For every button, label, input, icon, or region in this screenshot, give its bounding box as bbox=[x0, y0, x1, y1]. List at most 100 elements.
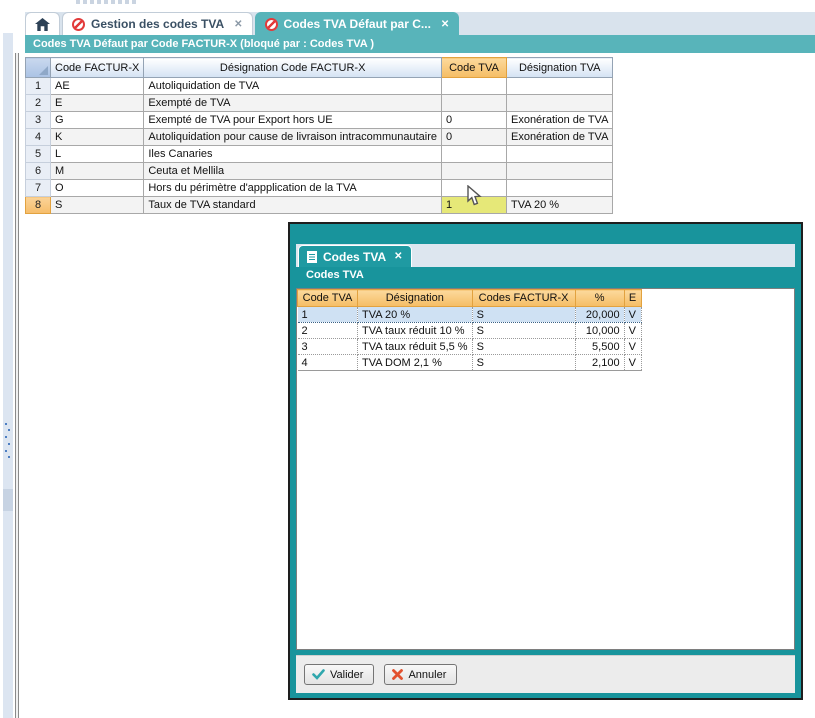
cell-code-facturx[interactable]: AE bbox=[51, 78, 144, 95]
tab-label: Codes TVA Défaut par C... bbox=[284, 17, 431, 31]
home-icon bbox=[35, 18, 50, 31]
cell-code-facturx[interactable]: M bbox=[51, 163, 144, 180]
cell-codes-facturx[interactable]: S bbox=[472, 323, 575, 339]
dialog-tab-codes-tva[interactable]: Codes TVA ✕ bbox=[298, 245, 412, 267]
cell-codes-facturx[interactable]: S bbox=[472, 339, 575, 355]
table-row[interactable]: 1TVA 20 %S20,000V bbox=[298, 307, 642, 323]
row-number[interactable]: 6 bbox=[26, 163, 51, 180]
column-header-3[interactable]: Désignation TVA bbox=[506, 58, 612, 78]
row-number[interactable]: 7 bbox=[26, 180, 51, 197]
table-row[interactable]: 2TVA taux réduit 10 %S10,000V bbox=[298, 323, 642, 339]
cell-e-flag[interactable]: V bbox=[624, 323, 641, 339]
cell-code-facturx[interactable]: O bbox=[51, 180, 144, 197]
row-number[interactable]: 4 bbox=[26, 129, 51, 146]
cell-code-facturx[interactable]: E bbox=[51, 95, 144, 112]
validate-button[interactable]: Valider bbox=[304, 664, 374, 685]
cell-e-flag[interactable]: V bbox=[624, 307, 641, 323]
splitter-grip-icon[interactable] bbox=[5, 423, 11, 459]
app-window: Gestion des codes TVA ✕ Codes TVA Défaut… bbox=[0, 0, 815, 718]
cell-designation-tva[interactable]: Exonération de TVA bbox=[506, 112, 612, 129]
cell-designation-tva[interactable] bbox=[506, 180, 612, 197]
row-number[interactable]: 5 bbox=[26, 146, 51, 163]
cell-code-tva[interactable]: 0 bbox=[441, 129, 506, 146]
cell-code-tva[interactable]: 3 bbox=[298, 339, 358, 355]
column-header-2[interactable]: Code TVA bbox=[441, 58, 506, 78]
tab-home[interactable] bbox=[25, 12, 60, 35]
cell-designation[interactable]: TVA 20 % bbox=[358, 307, 473, 323]
cell-designation-tva[interactable] bbox=[506, 146, 612, 163]
page-title: Codes TVA Défaut par Code FACTUR-X (bloq… bbox=[25, 35, 815, 53]
table-row: 5LIles Canaries bbox=[26, 146, 613, 163]
cell-code-tva[interactable] bbox=[441, 78, 506, 95]
cell-percent[interactable]: 5,500 bbox=[575, 339, 624, 355]
table-row: 7OHors du périmètre d'appplication de la… bbox=[26, 180, 613, 197]
cell-code-tva[interactable] bbox=[441, 95, 506, 112]
cell-code-tva[interactable]: 2 bbox=[298, 323, 358, 339]
close-icon[interactable]: ✕ bbox=[394, 251, 402, 262]
tab-codes-tva-defaut[interactable]: Codes TVA Défaut par C... ✕ bbox=[255, 12, 460, 35]
codes-tva-table: Code TVADésignationCodes FACTUR-X%E1TVA … bbox=[297, 289, 642, 371]
panel-divider bbox=[15, 53, 19, 718]
cell-designation-facturx[interactable]: Iles Canaries bbox=[144, 146, 442, 163]
column-header-1[interactable]: Désignation Code FACTUR-X bbox=[144, 58, 442, 78]
dialog-column-header-3[interactable]: % bbox=[575, 290, 624, 307]
select-all-corner[interactable] bbox=[26, 58, 51, 78]
cell-designation-facturx[interactable]: Autoliquidation de TVA bbox=[144, 78, 442, 95]
table-row[interactable]: 3TVA taux réduit 5,5 %S5,500V bbox=[298, 339, 642, 355]
tab-gestion-des-codes-tva[interactable]: Gestion des codes TVA ✕ bbox=[62, 12, 253, 35]
cell-designation-tva[interactable]: TVA 20 % bbox=[506, 197, 612, 214]
clipped-top-text bbox=[76, 0, 138, 4]
dialog-column-header-1[interactable]: Désignation bbox=[358, 290, 473, 307]
cell-designation-facturx[interactable]: Exempté de TVA bbox=[144, 95, 442, 112]
cell-designation-facturx[interactable]: Ceuta et Mellila bbox=[144, 163, 442, 180]
cell-percent[interactable]: 10,000 bbox=[575, 323, 624, 339]
cell-code-facturx[interactable]: K bbox=[51, 129, 144, 146]
dialog-button-bar: Valider Annuler bbox=[296, 655, 795, 693]
close-icon[interactable]: ✕ bbox=[234, 19, 242, 30]
cell-designation-tva[interactable]: Exonération de TVA bbox=[506, 129, 612, 146]
row-number[interactable]: 8 bbox=[26, 197, 51, 214]
cell-code-facturx[interactable]: L bbox=[51, 146, 144, 163]
dialog-column-header-4[interactable]: E bbox=[624, 290, 641, 307]
cell-designation-tva[interactable] bbox=[506, 95, 612, 112]
side-panel-marker bbox=[3, 489, 13, 511]
cell-codes-facturx[interactable]: S bbox=[472, 355, 575, 371]
cell-designation-tva[interactable] bbox=[506, 163, 612, 180]
cell-designation[interactable]: TVA DOM 2,1 % bbox=[358, 355, 473, 371]
cell-designation[interactable]: TVA taux réduit 10 % bbox=[358, 323, 473, 339]
column-header-0[interactable]: Code FACTUR-X bbox=[51, 58, 144, 78]
cell-e-flag[interactable]: V bbox=[624, 339, 641, 355]
table-row[interactable]: 4TVA DOM 2,1 %S2,100V bbox=[298, 355, 642, 371]
cell-designation-facturx[interactable]: Taux de TVA standard bbox=[144, 197, 442, 214]
cell-designation-facturx[interactable]: Hors du périmètre d'appplication de la T… bbox=[144, 180, 442, 197]
cell-designation-facturx[interactable]: Exempté de TVA pour Export hors UE bbox=[144, 112, 442, 129]
cell-designation[interactable]: TVA taux réduit 5,5 % bbox=[358, 339, 473, 355]
table-row: 6MCeuta et Mellila bbox=[26, 163, 613, 180]
cell-code-tva[interactable]: 4 bbox=[298, 355, 358, 371]
cell-code-tva[interactable]: 0 bbox=[441, 112, 506, 129]
cancel-button[interactable]: Annuler bbox=[384, 664, 457, 685]
cell-codes-facturx[interactable]: S bbox=[472, 307, 575, 323]
row-number[interactable]: 2 bbox=[26, 95, 51, 112]
cell-designation-tva[interactable] bbox=[506, 78, 612, 95]
row-number[interactable]: 1 bbox=[26, 78, 51, 95]
document-icon bbox=[307, 251, 317, 263]
x-icon bbox=[392, 669, 403, 680]
cell-designation-facturx[interactable]: Autoliquidation pour cause de livraison … bbox=[144, 129, 442, 146]
cell-percent[interactable]: 20,000 bbox=[575, 307, 624, 323]
dialog-column-header-2[interactable]: Codes FACTUR-X bbox=[472, 290, 575, 307]
row-number[interactable]: 3 bbox=[26, 112, 51, 129]
cell-code-tva[interactable] bbox=[441, 163, 506, 180]
cell-code-facturx[interactable]: G bbox=[51, 112, 144, 129]
facturx-table: Code FACTUR-XDésignation Code FACTUR-XCo… bbox=[25, 57, 613, 214]
cell-code-tva[interactable] bbox=[441, 146, 506, 163]
close-icon[interactable]: ✕ bbox=[441, 19, 449, 30]
cell-e-flag[interactable]: V bbox=[624, 355, 641, 371]
cell-code-tva[interactable]: 1 bbox=[298, 307, 358, 323]
header-row: Code TVADésignationCodes FACTUR-X%E bbox=[298, 290, 642, 307]
dialog-column-header-0[interactable]: Code TVA bbox=[298, 290, 358, 307]
collapsed-side-panel[interactable] bbox=[3, 33, 13, 718]
table-row: 2EExempté de TVA bbox=[26, 95, 613, 112]
cell-percent[interactable]: 2,100 bbox=[575, 355, 624, 371]
cell-code-facturx[interactable]: S bbox=[51, 197, 144, 214]
